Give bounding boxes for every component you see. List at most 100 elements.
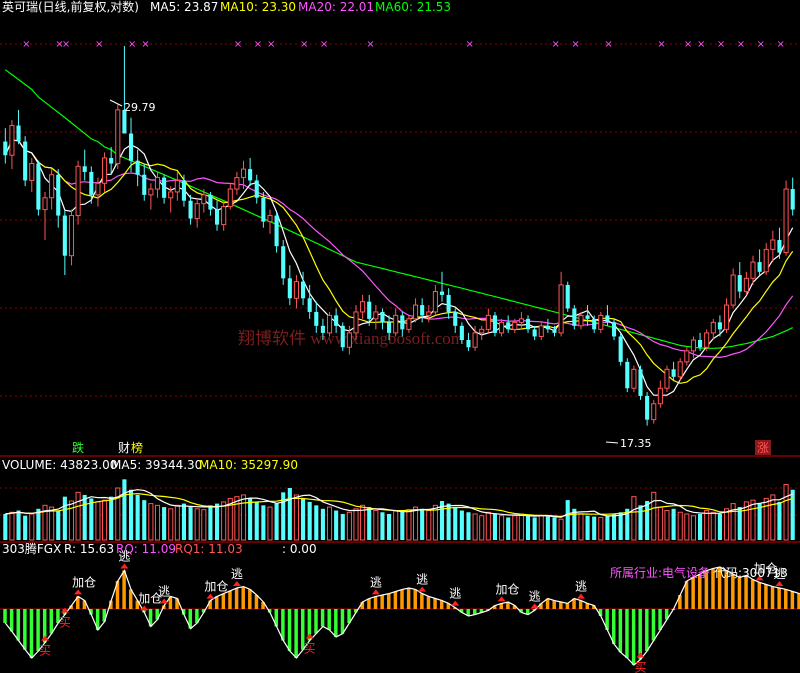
volume-bar [293, 494, 299, 541]
indicator-bar [651, 609, 656, 641]
volume-bar [301, 498, 306, 540]
volume-ma10-label: MA10: 35297.90 [199, 458, 298, 472]
candle [631, 365, 637, 393]
volume-bar [181, 503, 187, 540]
volume-bar [466, 512, 471, 540]
event-tags: 跌 财 榜 涨 [72, 440, 771, 455]
candle-body [552, 329, 557, 333]
candle-body [783, 188, 789, 254]
volume-bar [168, 508, 174, 541]
signal-buy: 买 [59, 616, 71, 630]
candle-body [479, 328, 485, 334]
top-marker: × [776, 39, 784, 50]
volume-bar [657, 506, 663, 541]
volume-bar [154, 504, 161, 541]
candle-body [611, 322, 617, 337]
candle-body [214, 209, 220, 225]
ma5-line [4, 139, 794, 396]
candle [412, 298, 419, 323]
candle [82, 149, 87, 181]
candle-body [790, 189, 795, 210]
candle-body [763, 248, 769, 273]
volume-bar [89, 498, 94, 540]
indicator-bar [565, 603, 570, 609]
signal-add: 加仓 [72, 575, 96, 589]
candle-body [506, 322, 511, 330]
volume-bar [472, 513, 478, 541]
indicator-bar [618, 609, 623, 653]
top-marker: × [684, 39, 692, 50]
candle [479, 325, 485, 341]
chart-title: 英可瑞(日线,前复权,对数) [2, 0, 139, 14]
candle-body [261, 197, 266, 222]
top-marker: × [604, 39, 612, 50]
ma60-label: MA60: 21.53 [375, 0, 451, 14]
candle-body [68, 215, 75, 257]
volume-bar [346, 511, 352, 541]
volume-bar [62, 496, 67, 540]
volume-bar [240, 494, 247, 541]
candle [439, 271, 445, 302]
candle-body [75, 165, 81, 217]
candle [56, 169, 61, 228]
candle [360, 294, 366, 319]
indicator-bar [287, 609, 292, 651]
candle-body [625, 361, 630, 389]
indicator-bar [744, 575, 748, 609]
volume-bar [68, 500, 75, 541]
candle [558, 271, 564, 337]
volume-bar [518, 513, 524, 541]
candle [565, 281, 570, 312]
indicator-bar [777, 588, 781, 609]
candle [671, 361, 676, 381]
volume-bar [56, 510, 61, 540]
volume-bar [49, 506, 55, 541]
indicator-bar [770, 586, 775, 609]
candle [704, 329, 710, 351]
candle-body [651, 403, 657, 421]
candle [194, 197, 200, 228]
indicator-bar [254, 595, 259, 609]
candle-body [757, 262, 762, 272]
volume-bar [82, 494, 87, 540]
volume-bar [367, 507, 372, 540]
volume-bar [135, 494, 140, 540]
indicator-name: 303腾FGX [2, 541, 61, 556]
indicator-bar [16, 609, 20, 641]
volume-bar [499, 515, 505, 541]
volume-bar [605, 515, 610, 540]
volume-bar [684, 513, 690, 541]
indicator-bar [645, 609, 649, 651]
indicator-bar [750, 579, 755, 609]
candle-body [770, 239, 776, 250]
volume-bar [459, 510, 464, 540]
candle [188, 194, 193, 225]
volume-bar [221, 501, 227, 541]
volume-bar [248, 498, 253, 540]
candle-body [723, 304, 730, 330]
volume-label: VOLUME: 43823.00 [2, 458, 117, 472]
candle [373, 305, 379, 330]
indicator-bar [327, 609, 331, 630]
indicator-bar [367, 598, 371, 609]
candle [638, 365, 643, 400]
signal-arrow [371, 589, 380, 595]
indicator-bar [241, 586, 245, 609]
candle-body [737, 275, 742, 292]
volume-bar [525, 515, 531, 540]
candle-body [326, 314, 333, 334]
signal-buy: 买 [635, 660, 647, 673]
candle-body [274, 215, 279, 247]
candle [532, 325, 537, 341]
signal-add: 加仓 [204, 580, 228, 594]
indicator-bar [691, 577, 695, 609]
top-marker: × [141, 39, 149, 50]
candle-body [168, 191, 174, 199]
candle-body [525, 318, 531, 330]
indicator-bar [790, 591, 795, 609]
candle [420, 298, 425, 323]
candle-body [234, 177, 240, 190]
signal-escape: 逃 [118, 550, 130, 564]
volume-bar [737, 507, 742, 540]
top-marker: × [234, 39, 242, 50]
